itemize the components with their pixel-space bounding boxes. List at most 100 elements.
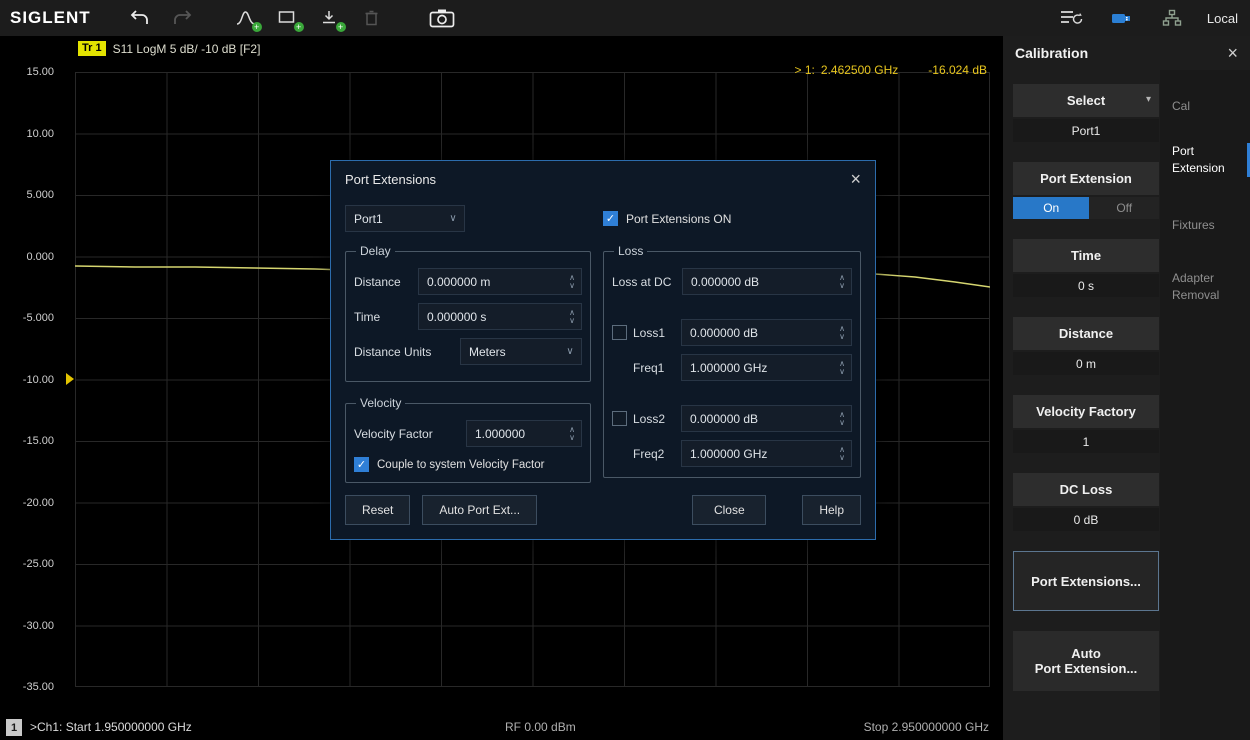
usb-icon[interactable] xyxy=(1107,5,1137,31)
velocity-factor-input[interactable]: 1.000000 xyxy=(466,420,582,447)
spinner-down-icon[interactable] xyxy=(569,317,575,325)
close-button[interactable]: Close xyxy=(692,495,766,525)
marker-readout: > 1:2.462500 GHz-16.024 dB xyxy=(795,63,987,77)
display-layout-icon[interactable] xyxy=(1057,5,1087,31)
y-tick: -35.00 xyxy=(8,679,54,695)
panel-close-icon[interactable] xyxy=(1227,44,1238,62)
distance-input[interactable]: 0.000000 m xyxy=(418,268,582,295)
freq2-input[interactable]: 1.000000 GHz xyxy=(681,440,852,467)
spinner xyxy=(833,360,851,376)
trash-icon[interactable] xyxy=(357,5,387,31)
time-button[interactable]: Time xyxy=(1013,239,1159,272)
trace-header[interactable]: Tr 1 S11 LogM 5 dB/ -10 dB [F2] xyxy=(78,41,260,56)
save-trace-icon[interactable] xyxy=(315,5,345,31)
distance-value[interactable]: 0 m xyxy=(1013,352,1159,375)
add-marker-icon[interactable] xyxy=(231,5,261,31)
chevron-down-icon xyxy=(1146,94,1151,105)
toggle-off-button[interactable]: Off xyxy=(1089,197,1159,219)
dialog-left-column: Port1 Delay Distance 0.000000 m Time xyxy=(345,199,591,483)
freq1-input[interactable]: 1.000000 GHz xyxy=(681,354,852,381)
time-input[interactable]: 0.000000 s xyxy=(418,303,582,330)
chevron-down-icon xyxy=(442,213,464,224)
y-tick: -10.00 xyxy=(8,372,54,388)
port-select-dropdown[interactable]: Port1 xyxy=(345,205,465,232)
spinner-down-icon[interactable] xyxy=(839,419,845,427)
dc-loss-value[interactable]: 0 dB xyxy=(1013,508,1159,531)
loss-at-dc-label: Loss at DC xyxy=(612,275,676,289)
time-group: Time 0 s xyxy=(1013,239,1159,297)
redo-icon[interactable] xyxy=(167,5,197,31)
toggle-on-button[interactable]: On xyxy=(1013,197,1089,219)
port-extensions-on-label: Port Extensions ON xyxy=(626,212,731,226)
channel-page-badge[interactable]: 1 xyxy=(6,719,22,736)
spinner-down-icon[interactable] xyxy=(839,333,845,341)
tab-adapter-removal[interactable]: Adapter Removal xyxy=(1160,270,1250,304)
spinner-down-icon[interactable] xyxy=(839,282,845,290)
velocity-factor-button[interactable]: Velocity Factory xyxy=(1013,395,1159,428)
calibration-panel: Calibration Select Port1 Port Extension … xyxy=(1003,36,1250,740)
port-extensions-dialog-button[interactable]: Port Extensions... xyxy=(1013,551,1159,611)
auto-port-ext-button[interactable]: Auto Port Ext... xyxy=(422,495,537,525)
stop-freq: Stop 2.950000000 GHz xyxy=(864,720,989,734)
spinner-down-icon[interactable] xyxy=(569,282,575,290)
select-group: Select Port1 xyxy=(1013,84,1159,142)
time-label: Time xyxy=(354,310,412,324)
select-value[interactable]: Port1 xyxy=(1013,119,1159,142)
select-label: Select xyxy=(1067,93,1105,108)
spinner-down-icon[interactable] xyxy=(569,434,575,442)
auto-button-line1: Auto xyxy=(1071,646,1101,661)
local-button[interactable]: Local xyxy=(1207,11,1238,26)
velocity-groupbox: Velocity Velocity Factor 1.000000 Couple… xyxy=(345,396,591,483)
y-tick: -5.000 xyxy=(8,310,54,326)
distance-units-dropdown[interactable]: Meters xyxy=(460,338,582,365)
dialog-right-column: Port Extensions ON Loss Loss at DC 0.000… xyxy=(603,199,861,483)
trace-badge[interactable]: Tr 1 xyxy=(78,41,106,56)
undo-icon[interactable] xyxy=(125,5,155,31)
loss1-checkbox[interactable] xyxy=(612,325,627,340)
reset-button[interactable]: Reset xyxy=(345,495,410,525)
velocity-factor-value[interactable]: 1 xyxy=(1013,430,1159,453)
distance-label: Distance xyxy=(354,275,412,289)
spinner-down-icon[interactable] xyxy=(839,368,845,376)
y-tick: -20.00 xyxy=(8,495,54,511)
status-bar: >Ch1: Start 1.950000000 GHz RF 0.00 dBm … xyxy=(0,716,1003,740)
spinner xyxy=(833,325,851,341)
spinner xyxy=(833,274,851,290)
dialog-titlebar: Port Extensions xyxy=(331,161,875,197)
y-tick: 5.000 xyxy=(8,187,54,203)
y-tick: 10.00 xyxy=(8,126,54,142)
y-tick: 0.000 xyxy=(8,249,54,265)
distance-button[interactable]: Distance xyxy=(1013,317,1159,350)
camera-icon[interactable] xyxy=(427,5,457,31)
port-extension-toggle: On Off xyxy=(1013,197,1159,219)
loss-at-dc-input[interactable]: 0.000000 dB xyxy=(682,268,852,295)
loss1-input[interactable]: 0.000000 dB xyxy=(681,319,852,346)
loss-at-dc-input-value: 0.000000 dB xyxy=(683,275,833,289)
loss2-input[interactable]: 0.000000 dB xyxy=(681,405,852,432)
dc-loss-button[interactable]: DC Loss xyxy=(1013,473,1159,506)
loss2-label: Loss2 xyxy=(633,412,675,426)
lan-icon[interactable] xyxy=(1157,5,1187,31)
reference-level-marker-icon[interactable] xyxy=(66,373,74,385)
add-window-icon[interactable] xyxy=(273,5,303,31)
plus-badge-icon xyxy=(252,22,262,32)
help-button[interactable]: Help xyxy=(802,495,861,525)
freq1-input-value: 1.000000 GHz xyxy=(682,361,833,375)
trace-info: S11 LogM 5 dB/ -10 dB [F2] xyxy=(113,42,261,56)
auto-port-extension-button[interactable]: Auto Port Extension... xyxy=(1013,631,1159,691)
couple-checkbox[interactable] xyxy=(354,457,369,472)
spinner-down-icon[interactable] xyxy=(839,454,845,462)
tab-cal[interactable]: Cal xyxy=(1160,98,1250,115)
top-toolbar: SIGLENT xyxy=(0,0,1250,36)
loss2-checkbox[interactable] xyxy=(612,411,627,426)
delay-groupbox: Delay Distance 0.000000 m Time 0.000000 … xyxy=(345,244,591,382)
tab-port-extension[interactable]: Port Extension xyxy=(1160,143,1250,177)
port-extensions-on-checkbox[interactable] xyxy=(603,211,618,226)
time-value[interactable]: 0 s xyxy=(1013,274,1159,297)
tab-fixtures[interactable]: Fixtures xyxy=(1160,217,1250,234)
dialog-close-icon[interactable] xyxy=(850,170,861,188)
select-button[interactable]: Select xyxy=(1013,84,1159,117)
vna-screen: SIGLENT xyxy=(0,0,1250,740)
rf-power: RF 0.00 dBm xyxy=(505,720,576,734)
calibration-menu: Select Port1 Port Extension On Off Time … xyxy=(1013,84,1159,691)
